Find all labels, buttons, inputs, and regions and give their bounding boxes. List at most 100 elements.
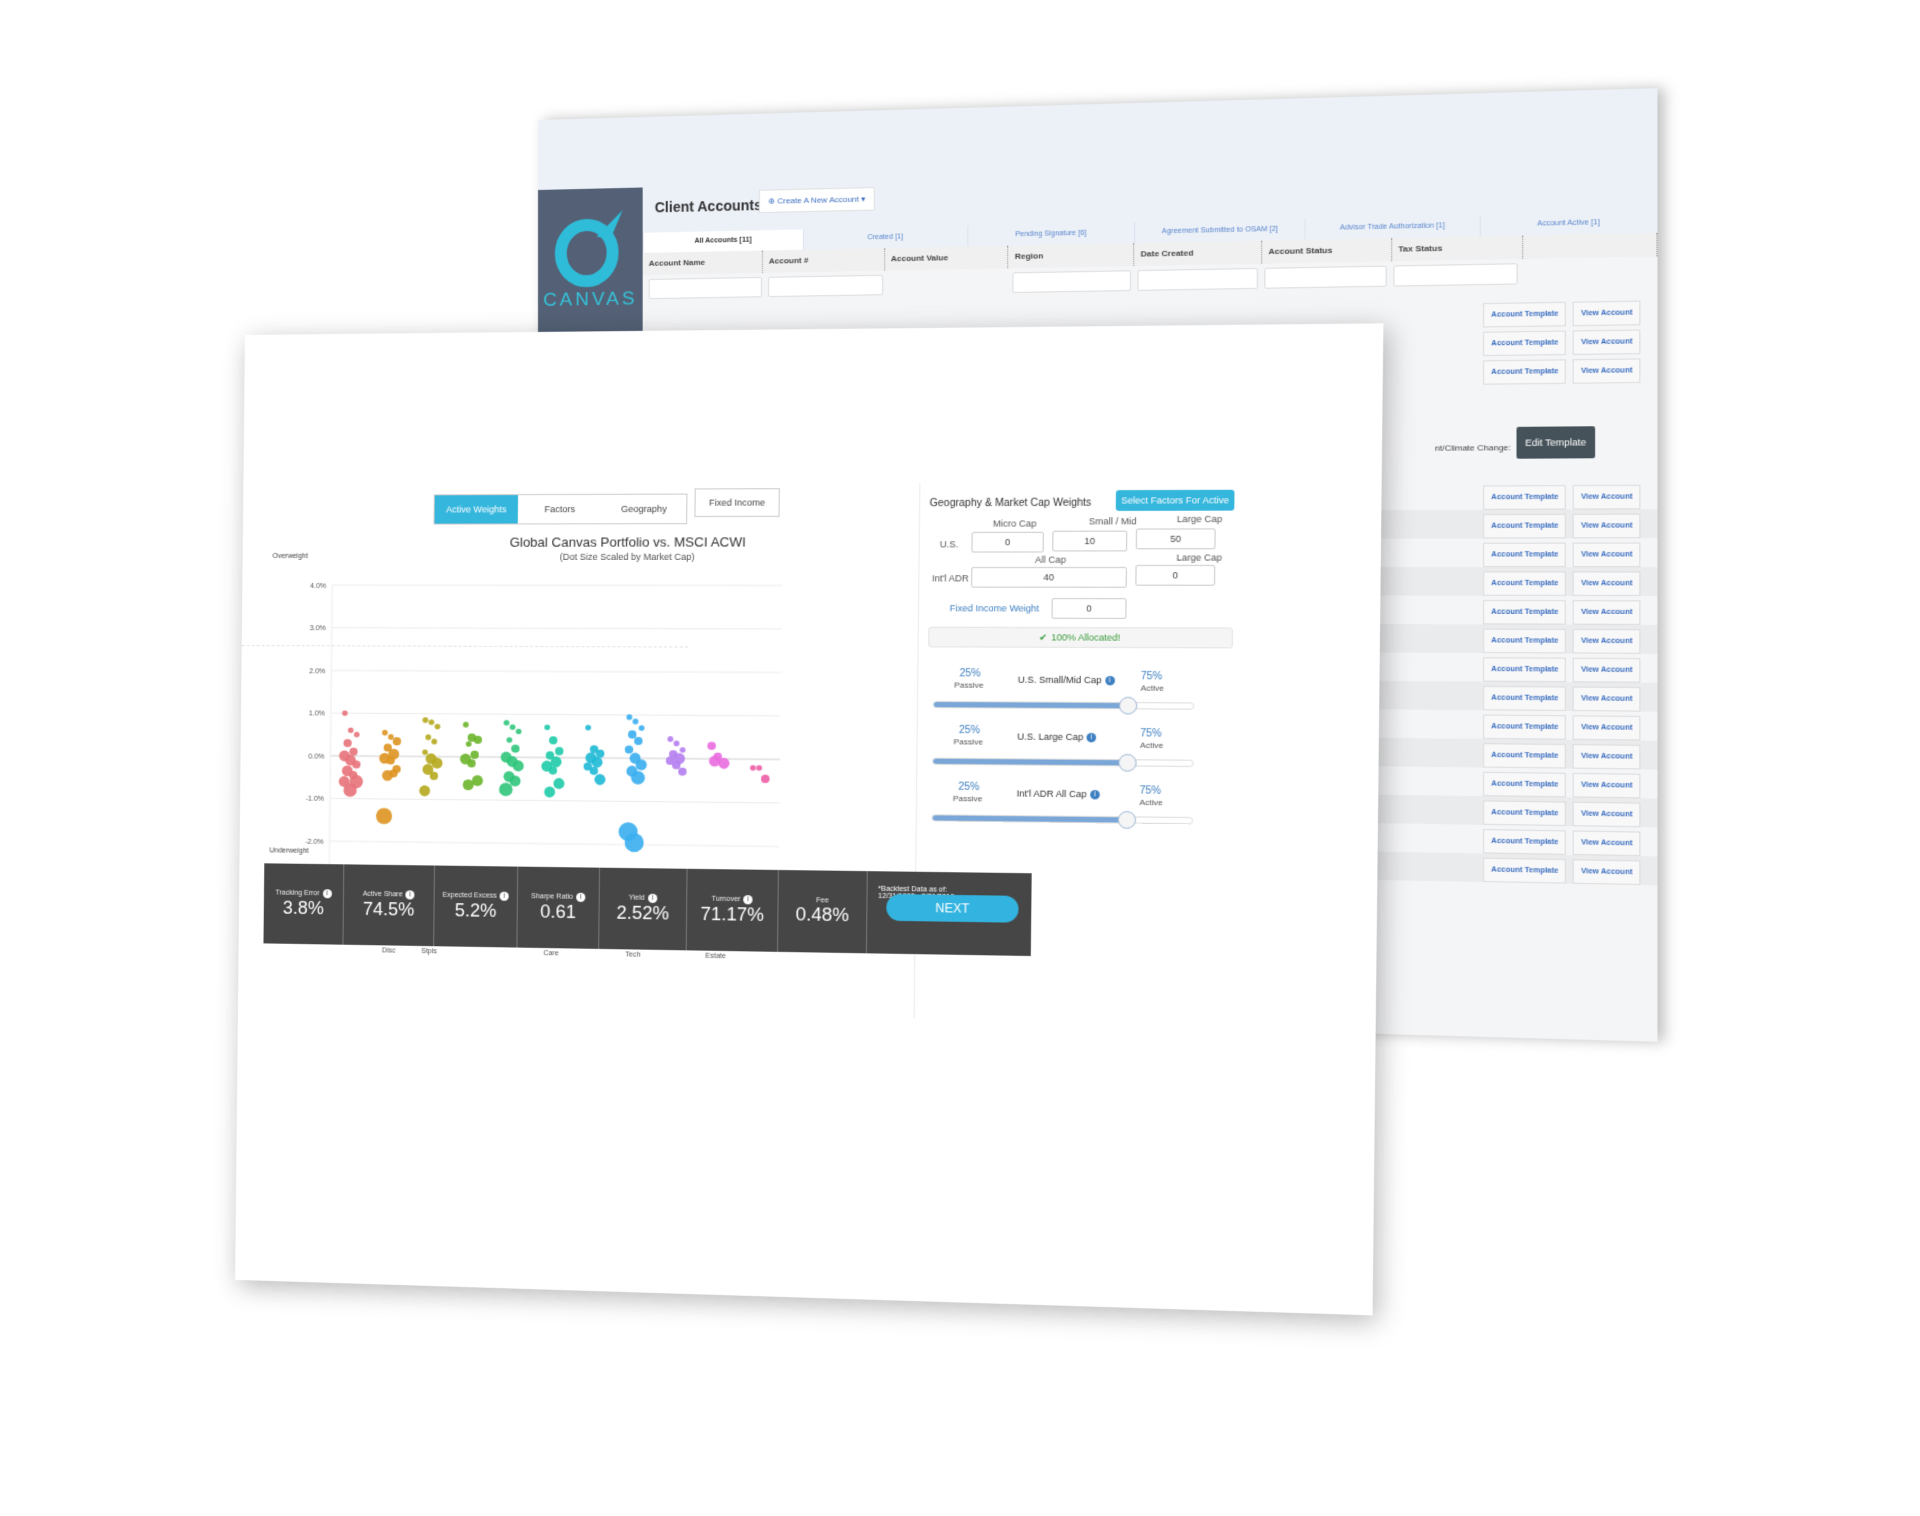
account-template-button[interactable]: Account Template [1483, 743, 1567, 769]
row-action-group: Account Template View Account [1483, 800, 1641, 828]
view-account-button[interactable]: View Account [1573, 744, 1641, 770]
metric-active-share: Active Share i 74.5% [343, 864, 435, 947]
slider-name: U.S. Small/Mid Cap i [1018, 675, 1115, 686]
col-account-number[interactable]: Account # [762, 248, 885, 273]
y-tick-label: 2.0% [309, 668, 325, 675]
fixed-income-weight-input[interactable]: 0 [1051, 598, 1127, 619]
account-template-button[interactable]: Account Template [1483, 542, 1567, 568]
intl-all-cap-input[interactable]: 40 [971, 566, 1127, 588]
info-icon[interactable]: i [647, 893, 658, 904]
view-account-button[interactable]: View Account [1573, 484, 1641, 510]
filter-account-name[interactable] [648, 276, 762, 300]
data-point [628, 730, 637, 739]
row-action-group: Account Template View Account [1483, 657, 1641, 683]
account-template-button[interactable]: Account Template [1483, 829, 1567, 855]
data-point [553, 777, 565, 790]
view-account-button[interactable]: View Account [1573, 801, 1641, 828]
account-template-button[interactable]: Account Template [1483, 485, 1567, 510]
view-account-button[interactable]: View Account [1573, 772, 1641, 799]
account-template-button[interactable]: Account Template [1483, 800, 1567, 827]
tab-geography[interactable]: Geography [601, 494, 687, 524]
col-date-created[interactable]: Date Created [1134, 240, 1262, 267]
create-account-button[interactable]: ⊕ Create A New Account ▾ [758, 187, 875, 214]
account-template-button[interactable]: Account Template [1483, 714, 1567, 740]
view-account-button[interactable]: View Account [1573, 358, 1641, 384]
filter-tax-status[interactable] [1393, 263, 1518, 287]
view-account-button[interactable]: View Account [1573, 657, 1641, 683]
view-account-button[interactable]: View Account [1573, 542, 1641, 568]
col-region[interactable]: Region [1008, 243, 1135, 269]
tab-fixed-income[interactable]: Fixed Income [694, 488, 780, 518]
canvas-logo-icon [553, 206, 628, 288]
col-account-value[interactable]: Account Value [884, 245, 1009, 271]
tab-active-weights[interactable]: Active Weights [434, 495, 519, 524]
info-icon[interactable]: i [1086, 733, 1097, 743]
info-icon[interactable]: i [1104, 676, 1115, 686]
view-account-button[interactable]: View Account [1573, 300, 1641, 327]
select-factors-button[interactable]: Select Factors For Active [1115, 489, 1235, 511]
slider-name-text: U.S. Small/Mid Cap [1017, 674, 1102, 686]
account-template-button[interactable]: Account Template [1483, 571, 1567, 596]
us-small-mid-input[interactable]: 10 [1052, 530, 1128, 552]
info-icon[interactable]: i [1089, 790, 1100, 800]
edit-template-button[interactable]: Edit Template [1516, 426, 1596, 459]
slider-track[interactable] [932, 696, 1195, 715]
data-point [511, 744, 520, 753]
sliders: 25% Passive U.S. Small/Mid Cap i 75% Acti… [930, 481, 1229, 829]
data-point [353, 731, 360, 738]
slider-handle[interactable] [1117, 811, 1137, 829]
col-tax-status[interactable]: Tax Status [1391, 235, 1524, 262]
account-template-button[interactable]: Account Template [1483, 771, 1567, 798]
data-point [349, 747, 358, 756]
slider-track[interactable] [931, 811, 1194, 829]
view-account-button[interactable]: View Account [1573, 329, 1641, 355]
info-icon[interactable]: i [499, 891, 510, 901]
col-account-name[interactable]: Account Name [642, 250, 763, 276]
account-template-button[interactable]: Account Template [1483, 857, 1567, 884]
info-icon[interactable]: i [405, 890, 415, 900]
info-icon[interactable]: i [322, 889, 332, 899]
account-template-button[interactable]: Account Template [1483, 359, 1567, 385]
view-account-button[interactable]: View Account [1573, 571, 1641, 597]
account-template-button[interactable]: Account Template [1483, 657, 1567, 683]
view-account-button[interactable]: View Account [1573, 830, 1641, 857]
info-icon[interactable]: i [743, 895, 754, 905]
create-label: Create A New Account [777, 194, 859, 206]
slider-handle[interactable] [1119, 696, 1138, 715]
y-tick-label: 1.0% [309, 711, 325, 718]
view-account-button[interactable]: View Account [1573, 715, 1641, 741]
col-account-status[interactable]: Account Status [1261, 238, 1392, 264]
account-template-button[interactable]: Account Template [1483, 685, 1567, 712]
row-action-group: Account Template View Account [1483, 571, 1641, 597]
view-account-button[interactable]: View Account [1573, 628, 1641, 654]
data-point [544, 724, 551, 731]
account-template-button[interactable]: Account Template [1483, 330, 1567, 357]
slider-name: U.S. Large Cap i [1017, 731, 1097, 743]
intl-large-cap-input[interactable]: 0 [1135, 564, 1216, 586]
slider-name-text: U.S. Large Cap [1017, 731, 1084, 743]
account-template-button[interactable]: Account Template [1483, 599, 1567, 625]
filter-account-number[interactable] [768, 274, 884, 298]
passive-label: Passive [953, 737, 984, 747]
filter-account-status[interactable] [1264, 265, 1387, 289]
view-account-button[interactable]: View Account [1573, 686, 1641, 712]
us-large-cap-input[interactable]: 50 [1135, 528, 1216, 550]
data-point [422, 717, 429, 723]
info-icon[interactable]: i [576, 892, 586, 902]
account-template-button[interactable]: Account Template [1483, 628, 1567, 654]
row-action-group: Account Template View Account [1483, 484, 1641, 510]
us-micro-cap-input[interactable]: 0 [971, 531, 1044, 553]
view-account-button[interactable]: View Account [1573, 513, 1641, 539]
account-template-button[interactable]: Account Template [1483, 513, 1567, 539]
filter-region[interactable] [1012, 270, 1132, 293]
data-point [470, 750, 479, 759]
account-template-button[interactable]: Account Template [1483, 301, 1567, 328]
filter-date-created[interactable] [1137, 267, 1258, 291]
slider-track[interactable] [932, 753, 1194, 772]
view-account-button[interactable]: View Account [1573, 600, 1641, 625]
next-button[interactable]: NEXT [886, 894, 1019, 923]
view-account-button[interactable]: View Account [1573, 859, 1641, 886]
active-label: Active [1139, 740, 1164, 751]
slider-handle[interactable] [1118, 753, 1137, 772]
tab-factors[interactable]: Factors [517, 494, 602, 524]
